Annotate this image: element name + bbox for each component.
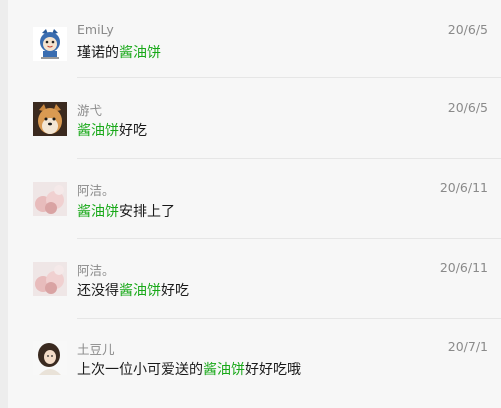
comment-date: 20/6/5	[447, 22, 488, 37]
keyword-highlight: 酱油饼	[119, 283, 161, 299]
comment-date: 20/7/1	[447, 339, 488, 354]
comment-text-prefix: 上次一位小可爱送的	[77, 362, 203, 378]
cartoon-avatar[interactable]	[33, 27, 67, 61]
commenter-name: 阿洁。	[77, 183, 115, 198]
keyword-highlight: 酱油饼	[77, 123, 119, 139]
comment-list: EmiLy 20/6/5 瑾诺的酱油饼 游弋 20/6/5 酱油饼好吃 阿洁。 …	[8, 0, 501, 408]
comment-item: EmiLy 20/6/5 瑾诺的酱油饼	[8, 0, 501, 78]
comment-text: 酱油饼好吃	[77, 120, 147, 140]
comment-text-suffix: 安排上了	[119, 204, 175, 220]
pink-flower-avatar[interactable]	[33, 182, 67, 216]
keyword-highlight: 酱油饼	[119, 45, 161, 61]
commenter-name: 阿洁。	[77, 263, 115, 278]
comment-text-suffix: 好吃	[119, 123, 147, 139]
comment-item: 土豆儿 20/7/1 上次一位小可爱送的酱油饼好好吃哦	[8, 319, 501, 397]
comment-item: 阿洁。 20/6/11 酱油饼安排上了	[8, 159, 501, 239]
pink-flower-avatar[interactable]	[33, 262, 67, 296]
shiba-dog-avatar[interactable]	[33, 102, 67, 136]
comment-item: 阿洁。 20/6/11 还没得酱油饼好吃	[8, 239, 501, 319]
comment-date: 20/6/5	[447, 100, 488, 115]
comment-text: 还没得酱油饼好吃	[77, 280, 189, 300]
comment-text-prefix: 瑾诺的	[77, 45, 119, 61]
comment-text: 瑾诺的酱油饼	[77, 42, 161, 62]
commenter-name: 土豆儿	[77, 342, 115, 357]
commenter-name: 游弋	[77, 103, 103, 118]
keyword-highlight: 酱油饼	[203, 362, 245, 378]
keyword-highlight: 酱油饼	[77, 204, 119, 220]
commenter-name: EmiLy	[77, 22, 114, 37]
comment-item: 游弋 20/6/5 酱油饼好吃	[8, 78, 501, 159]
comment-text-prefix: 还没得	[77, 283, 119, 299]
comment-text: 上次一位小可爱送的酱油饼好好吃哦	[77, 359, 301, 379]
comment-text: 酱油饼安排上了	[77, 201, 175, 221]
comment-date: 20/6/11	[439, 180, 488, 195]
comment-text-suffix: 好吃	[161, 283, 189, 299]
comment-text-suffix: 好好吃哦	[245, 362, 301, 378]
comment-date: 20/6/11	[439, 260, 488, 275]
girl-avatar[interactable]	[33, 341, 67, 375]
